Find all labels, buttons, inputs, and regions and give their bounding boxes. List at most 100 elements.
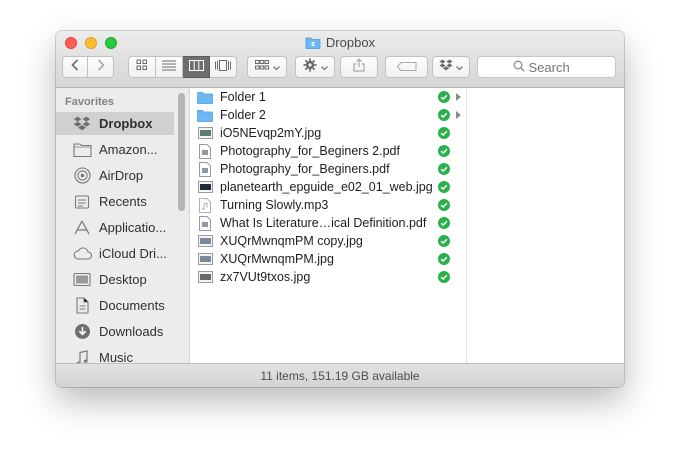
- file-name: zx7VUt9txos.jpg: [220, 270, 311, 284]
- share-icon: [353, 57, 365, 77]
- sync-check-icon: [438, 127, 450, 139]
- coverflow-view-button[interactable]: [210, 56, 237, 78]
- column-view-icon: [188, 58, 204, 76]
- sidebar-item-label: Recents: [99, 194, 147, 209]
- sync-check-icon: [438, 253, 450, 265]
- titlebar[interactable]: Dropbox: [56, 31, 624, 88]
- share-button[interactable]: [340, 56, 378, 78]
- image-file-icon: [197, 252, 213, 266]
- empty-column: [467, 88, 624, 363]
- image-file-icon: [197, 126, 213, 140]
- image-file-icon: [197, 180, 213, 194]
- list-item[interactable]: What Is Literature…ical Definition.pdf: [190, 214, 466, 232]
- airdrop-icon: [72, 167, 92, 185]
- file-name: Folder 1: [220, 90, 266, 104]
- sidebar-item-music[interactable]: Music: [56, 346, 174, 363]
- back-button[interactable]: [62, 56, 88, 78]
- list-item[interactable]: iO5NEvqp2mY.jpg: [190, 124, 466, 142]
- list-item[interactable]: Photography_for_Beginers.pdf: [190, 160, 466, 178]
- sync-check-icon: [438, 217, 450, 229]
- sidebar-item-downloads[interactable]: Downloads: [56, 320, 174, 343]
- sidebar-item-label: iCloud Dri...: [99, 246, 167, 261]
- sync-check-icon: [438, 145, 450, 157]
- sidebar-item-label: Downloads: [99, 324, 164, 339]
- pdf-file-icon: [197, 143, 213, 159]
- sidebar-item-applications[interactable]: Applicatio...: [56, 216, 174, 239]
- chevron-down-icon: [272, 58, 280, 76]
- file-name: What Is Literature…ical Definition.pdf: [220, 216, 427, 230]
- chevron-right-icon: [97, 58, 105, 76]
- sidebar-scrollbar[interactable]: [178, 93, 185, 211]
- folder-icon: [72, 141, 92, 159]
- dropbox-icon: [439, 58, 453, 76]
- file-name: Turning Slowly.mp3: [220, 198, 329, 212]
- list-item[interactable]: planetearth_epguide_e02_01_web.jpg: [190, 178, 466, 196]
- image-file-icon: [197, 270, 213, 284]
- chevron-down-icon: [456, 58, 463, 76]
- disclosure-arrow-icon: [456, 93, 461, 101]
- downloads-icon: [72, 323, 92, 341]
- sidebar-item-amazon[interactable]: Amazon...: [56, 138, 174, 161]
- sidebar-item-label: Dropbox: [99, 116, 153, 131]
- sync-check-icon: [438, 163, 450, 175]
- sync-check-icon: [438, 109, 450, 121]
- coverflow-view-icon: [215, 58, 231, 76]
- search-input[interactable]: [528, 59, 581, 75]
- file-name: Photography_for_Beginers 2.pdf: [220, 144, 400, 158]
- search-icon: [513, 60, 525, 75]
- search-field[interactable]: [477, 56, 616, 78]
- disclosure-arrow-icon: [456, 111, 461, 119]
- file-name: Folder 2: [220, 108, 266, 122]
- folder-icon: [197, 90, 213, 104]
- action-button[interactable]: [295, 56, 335, 78]
- music-icon: [72, 349, 92, 363]
- status-bar: 11 items, 151.19 GB available: [56, 363, 624, 387]
- forward-button[interactable]: [88, 56, 114, 78]
- sidebar-item-label: Amazon...: [99, 142, 158, 157]
- image-file-icon: [197, 234, 213, 248]
- sidebar-item-label: Documents: [99, 298, 165, 313]
- nav-buttons: [62, 56, 114, 78]
- list-item[interactable]: Turning Slowly.mp3: [190, 196, 466, 214]
- sidebar-item-label: AirDrop: [99, 168, 144, 183]
- finder-window: Dropbox Search Favorites Dropbox Amazon.…: [56, 31, 624, 387]
- window-title-text: Dropbox: [325, 35, 376, 50]
- list-item[interactable]: Folder 1: [190, 88, 466, 106]
- sidebar-item-desktop[interactable]: Desktop: [56, 268, 174, 291]
- file-name: Photography_for_Beginers.pdf: [220, 162, 390, 176]
- dropbox-menu-button[interactable]: [432, 56, 470, 78]
- sidebar-item-airdrop[interactable]: AirDrop: [56, 164, 174, 187]
- icon-view-button[interactable]: [128, 56, 156, 78]
- sync-check-icon: [438, 91, 450, 103]
- sidebar-item-label: Music: [99, 350, 133, 363]
- list-view-icon: [162, 58, 176, 76]
- list-item[interactable]: Folder 2: [190, 106, 466, 124]
- icon-view-icon: [136, 58, 148, 76]
- icloud-icon: [72, 245, 92, 263]
- arrange-button[interactable]: [247, 56, 287, 78]
- recents-icon: [72, 193, 92, 211]
- documents-icon: [72, 297, 92, 315]
- list-item[interactable]: Photography_for_Beginers 2.pdf: [190, 142, 466, 160]
- column-view-button[interactable]: [183, 56, 210, 78]
- list-view-button[interactable]: [156, 56, 183, 78]
- list-item[interactable]: zx7VUt9txos.jpg: [190, 268, 466, 286]
- sidebar-item-dropbox[interactable]: Dropbox: [56, 112, 174, 135]
- arrange-grid-icon: [254, 58, 269, 76]
- sync-check-icon: [438, 181, 450, 193]
- folder-icon: [197, 108, 213, 122]
- tags-button[interactable]: [385, 56, 428, 78]
- list-item[interactable]: XUQrMwnqmPM copy.jpg: [190, 232, 466, 250]
- file-name: XUQrMwnqmPM.jpg: [220, 252, 334, 266]
- file-name: planetearth_epguide_e02_01_web.jpg: [220, 180, 433, 194]
- sidebar-item-documents[interactable]: Documents: [56, 294, 174, 317]
- desktop-icon: [72, 271, 92, 289]
- status-text: 11 items, 151.19 GB available: [260, 369, 420, 383]
- chevron-left-icon: [71, 58, 79, 76]
- file-name: iO5NEvqp2mY.jpg: [220, 126, 322, 140]
- sidebar-item-recents[interactable]: Recents: [56, 190, 174, 213]
- list-item[interactable]: XUQrMwnqmPM.jpg: [190, 250, 466, 268]
- file-name: XUQrMwnqmPM copy.jpg: [220, 234, 363, 248]
- sidebar-header-favorites: Favorites: [65, 96, 114, 108]
- sidebar-item-icloud-drive[interactable]: iCloud Dri...: [56, 242, 174, 265]
